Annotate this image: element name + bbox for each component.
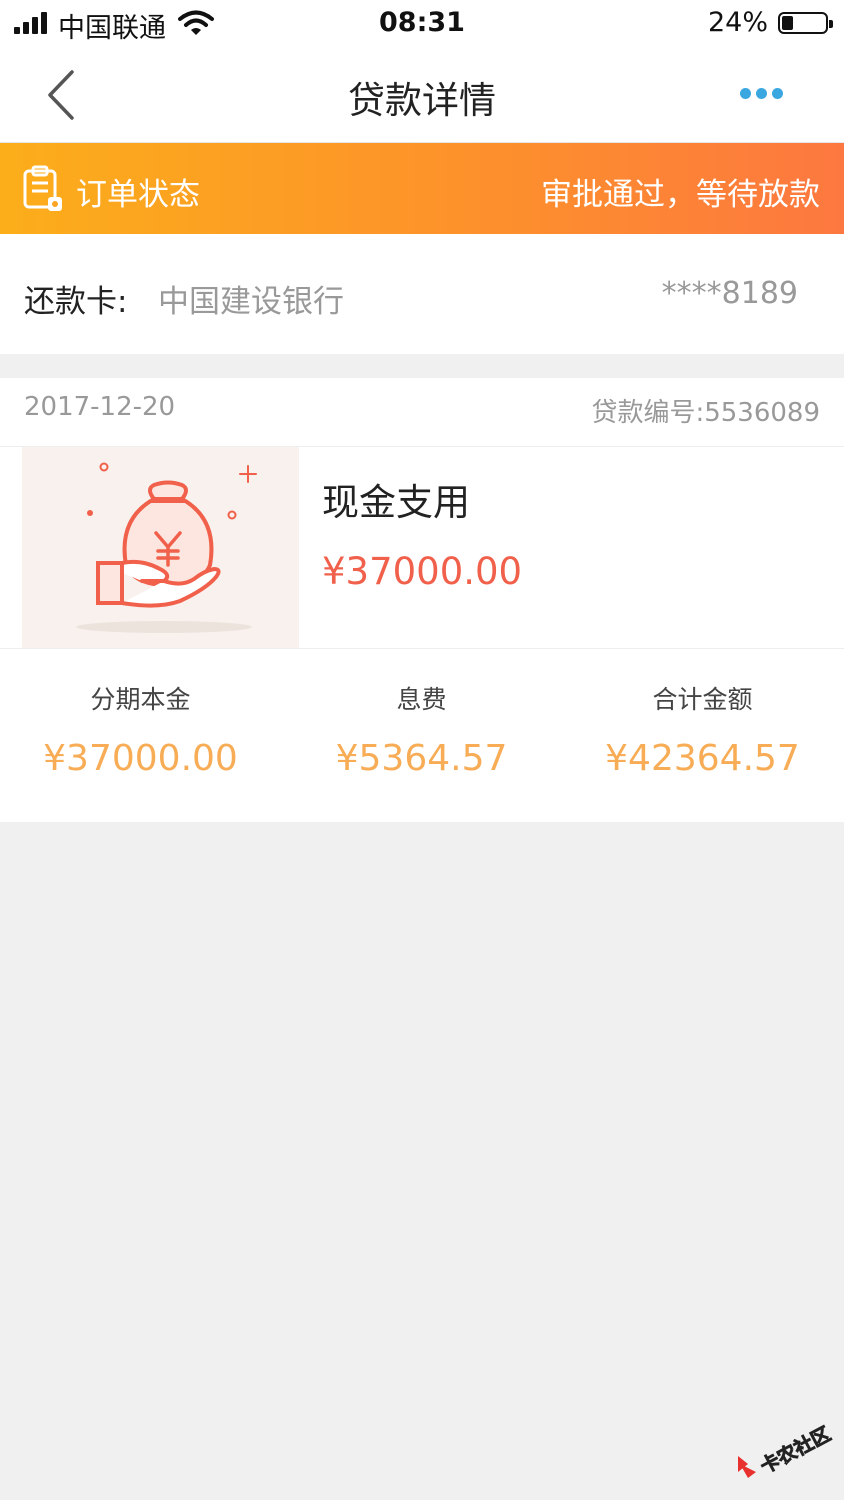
watermark-text: 卡农社区 xyxy=(756,1422,834,1478)
stat-label: 分期本金 xyxy=(90,685,191,714)
order-status-banner: 订单状态 审批通过，等待放款 xyxy=(0,143,844,234)
stat-principal: 分期本金 ¥37000.00 xyxy=(0,680,281,779)
product-name: 现金支用 xyxy=(322,481,470,524)
order-card: 2017-12-20 贷款编号:5536089 现金支用 ¥37000.00 分… xyxy=(0,378,844,822)
stat-total: 合计金额 ¥42364.57 xyxy=(562,680,843,779)
more-dots-icon[interactable] xyxy=(740,88,784,102)
card-number: ****8189 xyxy=(661,276,798,311)
stat-interest: 息费 ¥5364.57 xyxy=(281,680,562,779)
nav-bar: 贷款详情 xyxy=(0,48,844,143)
stat-value: ¥37000.00 xyxy=(43,738,238,779)
stat-label: 合计金额 xyxy=(652,685,753,714)
stat-value: ¥5364.57 xyxy=(335,738,508,779)
battery-icon xyxy=(778,12,833,34)
order-status-value: 审批通过，等待放款 xyxy=(541,177,820,213)
product-image xyxy=(22,447,299,648)
repay-card-label: 还款卡: xyxy=(24,284,128,320)
stat-value: ¥42364.57 xyxy=(605,738,800,779)
clipboard-icon xyxy=(23,165,62,211)
money-bag-hand-icon xyxy=(76,462,257,633)
product-amount: ¥37000.00 xyxy=(322,550,523,593)
order-header: 2017-12-20 贷款编号:5536089 xyxy=(0,378,844,447)
page-title: 贷款详情 xyxy=(348,79,496,122)
divider xyxy=(0,648,844,649)
bank-name: 中国建设银行 xyxy=(158,284,344,320)
loan-number: 贷款编号:5536089 xyxy=(591,398,820,428)
repay-card-row[interactable]: 还款卡: 中国建设银行 ****8189 xyxy=(0,234,844,354)
stat-label: 息费 xyxy=(396,685,447,714)
battery-percent: 24% xyxy=(707,7,768,38)
status-bar: 中国联通 08:31 24% xyxy=(0,0,844,48)
watermark-logo: 卡农社区 xyxy=(738,1422,834,1479)
order-date: 2017-12-20 xyxy=(24,392,176,422)
order-status-label: 订单状态 xyxy=(76,177,200,213)
